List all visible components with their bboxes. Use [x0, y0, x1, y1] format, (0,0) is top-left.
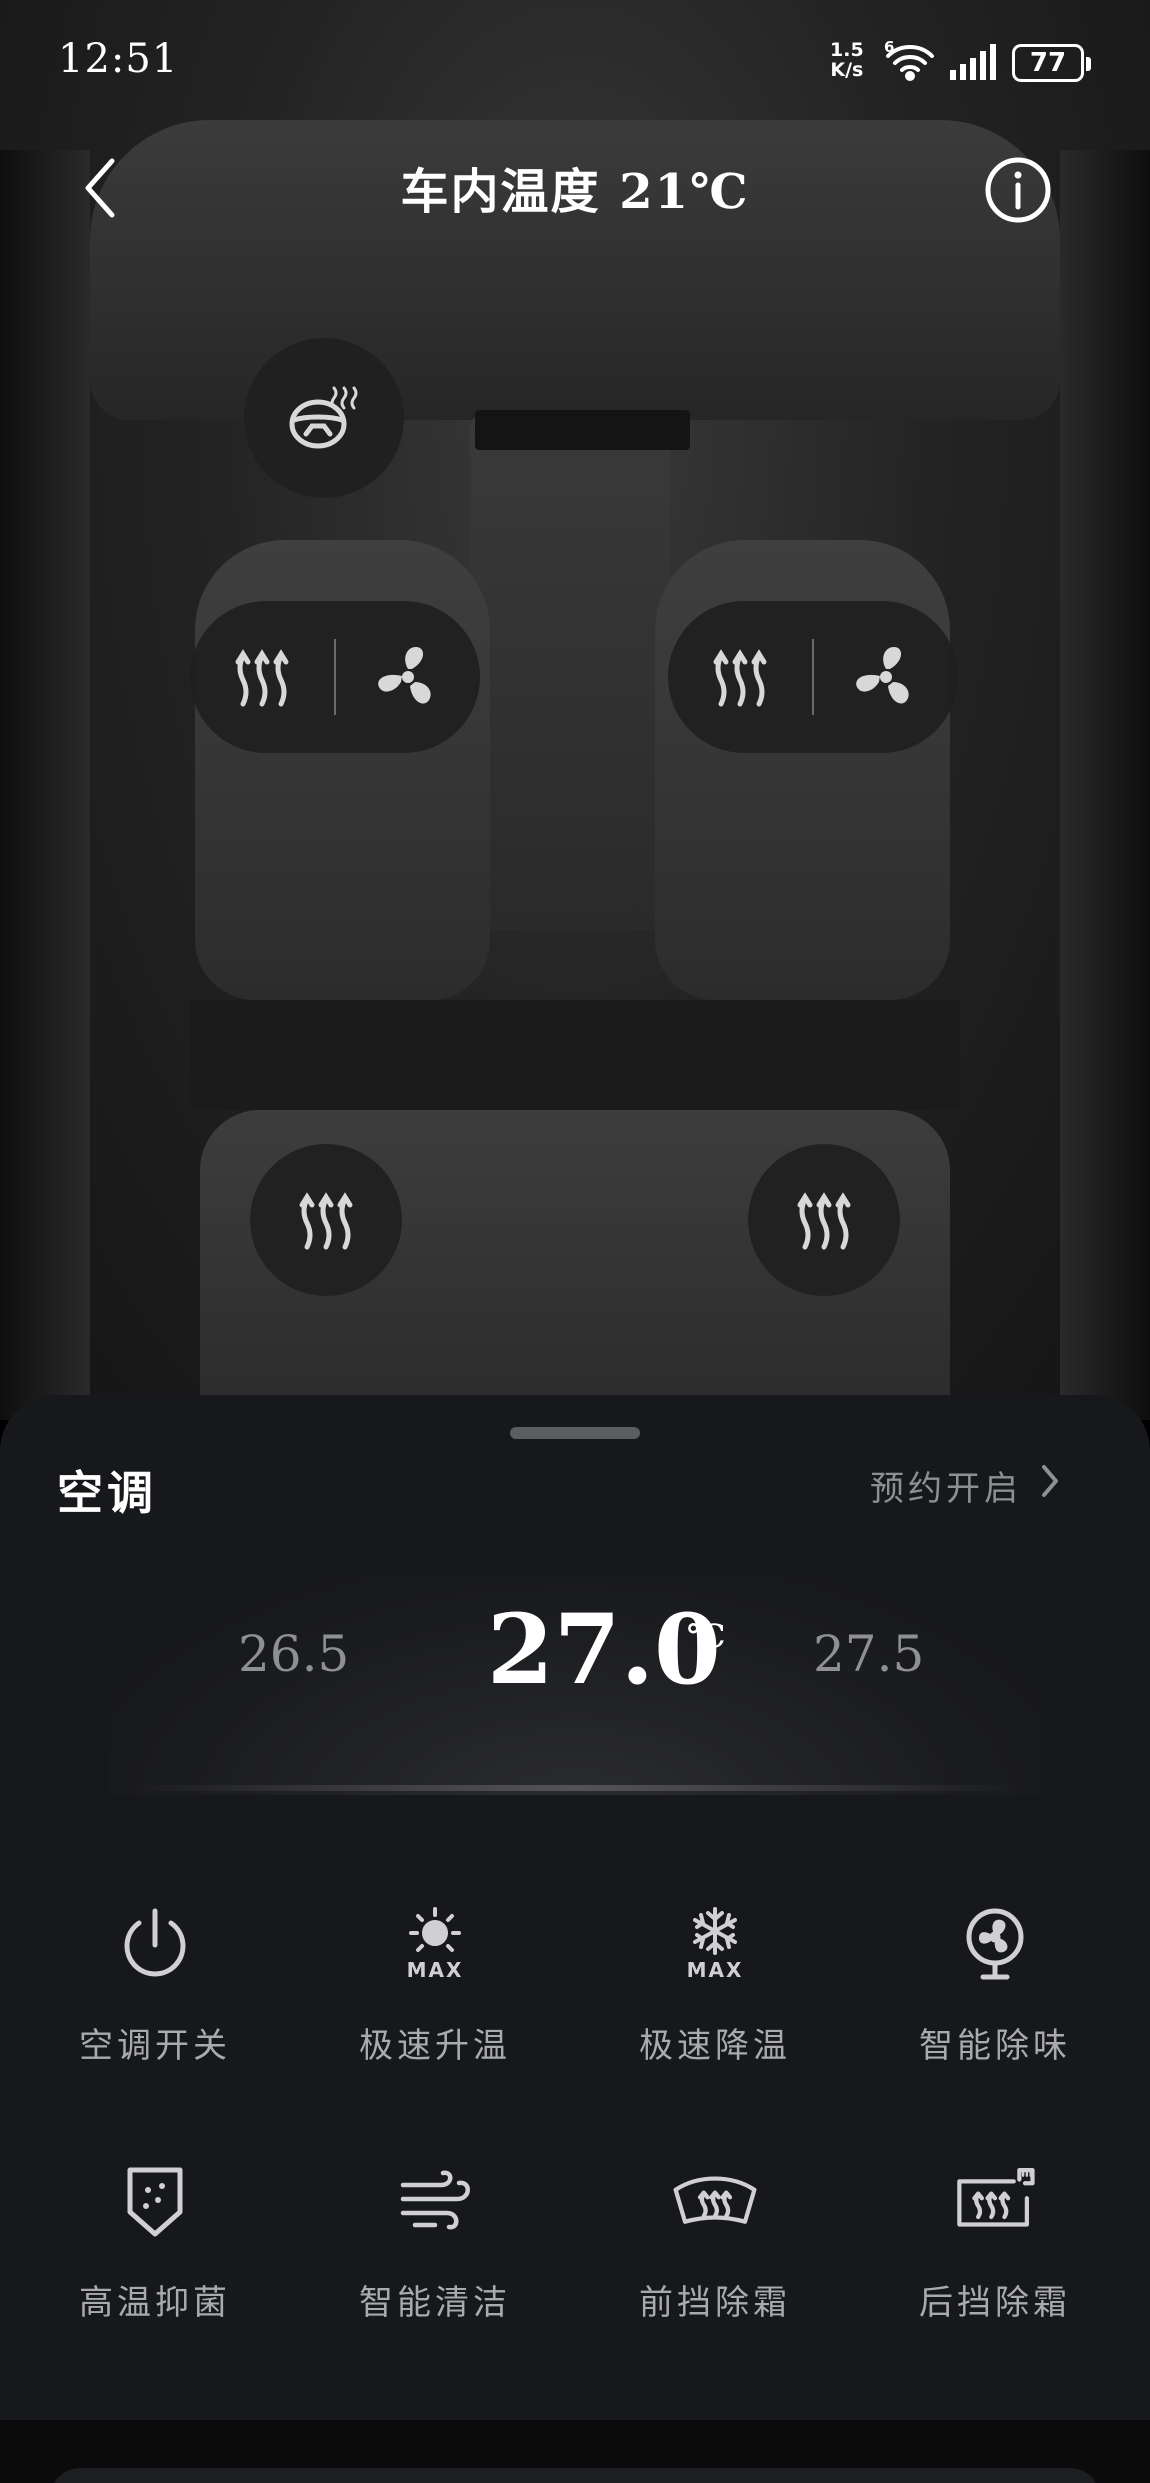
- rear-defrost-label: 后挡除霜: [919, 2283, 1071, 2323]
- info-icon: [983, 157, 1053, 229]
- ac-power-label: 空调开关: [79, 2026, 231, 2066]
- smart-deodorize-label: 智能除味: [919, 2026, 1071, 2066]
- steering-wheel-heat-icon: [284, 376, 364, 460]
- high-temp-sterilize-label: 高温抑菌: [79, 2283, 231, 2323]
- front-left-seat-heat-button[interactable]: [190, 601, 334, 753]
- temperature-current[interactable]: 27.0: [487, 1593, 721, 1706]
- front-left-seat-controls: [190, 601, 480, 753]
- temperature-unit: ℃: [687, 1617, 726, 1655]
- max-badge: MAX: [406, 1958, 464, 1982]
- shield-icon: [110, 2157, 200, 2247]
- front-right-seat-vent-button[interactable]: [814, 601, 958, 753]
- high-temp-sterilize-button[interactable]: 高温抑菌: [15, 2157, 295, 2324]
- network-speed-unit: K/s: [830, 59, 864, 81]
- status-bar: 12:51 1.5 K/s 6 77: [0, 0, 1150, 130]
- drag-handle[interactable]: [510, 1427, 640, 1439]
- front-defrost-button[interactable]: 前挡除霜: [575, 2157, 855, 2324]
- power-icon: [110, 1900, 200, 1990]
- schedule-label: 预约开启: [870, 1469, 1022, 1509]
- max-badge: MAX: [686, 1958, 744, 1982]
- network-speed-value: 1.5: [830, 39, 864, 61]
- panel-title: 空调: [57, 1466, 157, 1520]
- left-pillar: [0, 150, 90, 1420]
- seat-heat-icon: [792, 1185, 856, 1255]
- header: 车内温度 21℃: [0, 130, 1150, 250]
- rapid-heat-label: 极速升温: [359, 2026, 511, 2066]
- rapid-cool-button[interactable]: MAX 极速降温: [575, 1900, 855, 2067]
- ac-power-button[interactable]: 空调开关: [15, 1900, 295, 2067]
- function-row-2: 高温抑菌 智能清洁 前挡除霜 后挡除霜: [0, 2157, 1150, 2324]
- smart-deodorize-button[interactable]: 智能除味: [855, 1900, 1135, 2067]
- console-screen: [475, 410, 690, 450]
- front-defrost-icon: [670, 2157, 760, 2247]
- wifi-badge: 6: [884, 38, 895, 56]
- snowflake-max-icon: MAX: [670, 1900, 760, 1990]
- smart-clean-label: 智能清洁: [359, 2283, 511, 2323]
- front-defrost-label: 前挡除霜: [639, 2283, 791, 2323]
- battery-icon: 77: [1012, 44, 1091, 82]
- temperature-option-prev[interactable]: 26.5: [238, 1625, 349, 1683]
- temperature-option-next[interactable]: 27.5: [813, 1625, 924, 1683]
- page-title: 车内温度 21℃: [400, 164, 750, 220]
- fan-icon: [950, 1900, 1040, 1990]
- center-console: [470, 410, 670, 930]
- network-speed: 1.5 K/s: [830, 40, 864, 80]
- smart-clean-button[interactable]: 智能清洁: [295, 2157, 575, 2324]
- rear-left-seat-heat-button[interactable]: [250, 1144, 402, 1296]
- sun-max-icon: MAX: [390, 1900, 480, 1990]
- front-right-seat-controls: [668, 601, 958, 753]
- status-clock: 12:51: [58, 36, 179, 82]
- seat-ventilation-icon: [850, 639, 922, 715]
- car-floor: [190, 1000, 960, 1110]
- seat-heat-icon: [708, 642, 772, 712]
- battery-level: 77: [1029, 48, 1067, 78]
- schedule-start-link[interactable]: 预约开启: [870, 1461, 1060, 1510]
- seat-heat-icon: [294, 1185, 358, 1255]
- wind-icon: [390, 2157, 480, 2247]
- front-left-seat-vent-button[interactable]: [336, 601, 480, 753]
- seat-ventilation-icon: [372, 639, 444, 715]
- function-row-1: 空调开关 MAX 极速升温 MAX 极速降温 智能除味: [0, 1900, 1150, 2067]
- steering-wheel-heat-button[interactable]: [244, 338, 404, 498]
- next-section-card: [50, 2468, 1100, 2483]
- front-right-seat-heat-button[interactable]: [668, 601, 812, 753]
- rapid-cool-label: 极速降温: [639, 2026, 791, 2066]
- rear-defrost-button[interactable]: 后挡除霜: [855, 2157, 1135, 2324]
- seat-heat-icon: [230, 642, 294, 712]
- rapid-heat-button[interactable]: MAX 极速升温: [295, 1900, 575, 2067]
- right-pillar: [1060, 150, 1150, 1420]
- wifi-icon: 6: [884, 38, 936, 86]
- rear-defrost-icon: [950, 2157, 1040, 2247]
- temperature-selector-highlight: [130, 1785, 1020, 1791]
- signal-icon: [950, 44, 1000, 84]
- chevron-right-icon: [1022, 1464, 1060, 1507]
- info-button[interactable]: [983, 155, 1053, 225]
- ac-control-panel: 空调 预约开启 26.5 27.0 ℃ 27.5 空调开关 MAX 极速升温 M…: [0, 1395, 1150, 2420]
- rear-right-seat-heat-button[interactable]: [748, 1144, 900, 1296]
